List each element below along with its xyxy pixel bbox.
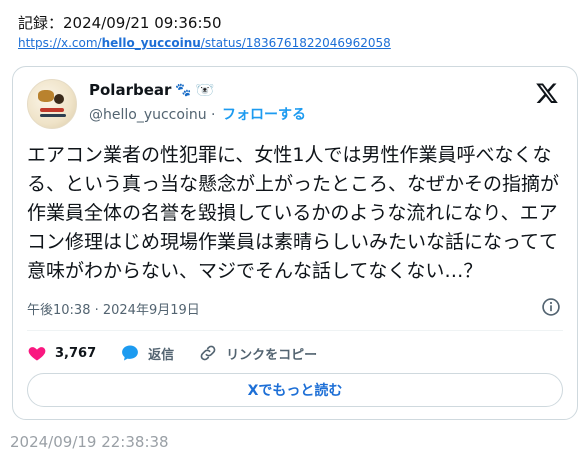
link-icon bbox=[200, 345, 216, 361]
avatar[interactable] bbox=[27, 79, 77, 129]
tweet-card: Polarbear 🐾 🐻‍❄️ @hello_yuccoinu · フォローす… bbox=[12, 66, 578, 420]
copy-link-button[interactable]: リンクをコピー bbox=[198, 343, 317, 363]
source-url-handle: hello_yuccoinu bbox=[101, 36, 201, 50]
like-button[interactable]: 3,767 bbox=[27, 343, 96, 363]
user-handle[interactable]: @hello_yuccoinu bbox=[89, 107, 207, 123]
info-icon[interactable] bbox=[541, 297, 561, 317]
tweet-text: エアコン業者の性犯罪に、女性1人では男性作業員呼べなくなる、という真っ当な懸念が… bbox=[27, 144, 560, 282]
follow-link[interactable]: フォローする bbox=[222, 107, 306, 123]
reply-bubble-icon bbox=[122, 345, 139, 361]
source-link[interactable]: https://x.com/hello_yuccoinu/status/1836… bbox=[18, 36, 391, 50]
display-name[interactable]: Polarbear 🐾 🐻‍❄️ bbox=[89, 81, 214, 99]
heart-icon bbox=[28, 347, 46, 361]
like-count: 3,767 bbox=[55, 345, 97, 361]
reply-button[interactable]: 返信 bbox=[120, 343, 174, 363]
source-url-prefix: https://x.com/ bbox=[18, 36, 102, 50]
action-bar: 3,767 返信 リンクをコピー bbox=[27, 339, 341, 367]
source-url-suffix: /status/1836761822046962058 bbox=[200, 36, 391, 50]
display-name-text: Polarbear bbox=[89, 81, 172, 99]
read-more-button[interactable]: Xでもっと読む bbox=[27, 373, 563, 407]
copy-link-label: リンクをコピー bbox=[226, 347, 318, 363]
polar-bear-emoji: 🐻‍❄️ bbox=[195, 81, 215, 99]
tweet-timestamp[interactable]: 午後10:38 · 2024年9月19日 bbox=[27, 299, 200, 318]
x-logo-icon[interactable] bbox=[535, 81, 559, 105]
reply-label: 返信 bbox=[148, 347, 175, 363]
record-timestamp: 記録：2024/09/21 09:36:50 bbox=[18, 14, 222, 32]
capture-date: 2024/09/19 22:38:38 bbox=[10, 433, 169, 451]
paw-emoji: 🐾 bbox=[175, 82, 192, 98]
handle-separator: · bbox=[211, 107, 216, 123]
handle-row: @hello_yuccoinu · フォローする bbox=[89, 104, 306, 124]
divider bbox=[27, 330, 563, 331]
